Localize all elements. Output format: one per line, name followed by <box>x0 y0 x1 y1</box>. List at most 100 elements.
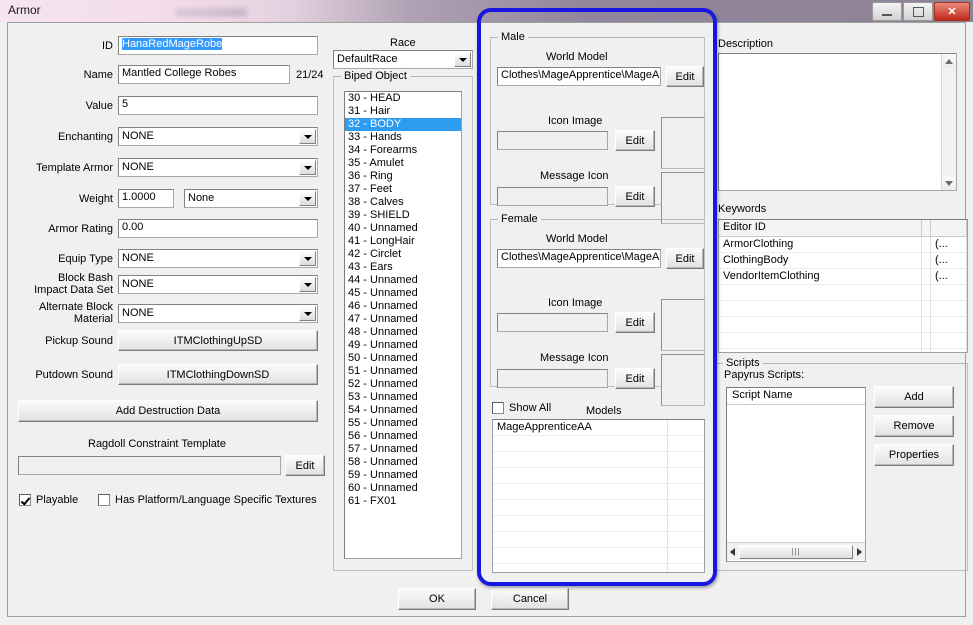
biped-list-item[interactable]: 40 - Unnamed <box>345 222 461 235</box>
show-all-checkbox[interactable]: Show All <box>492 402 551 414</box>
keywords-row[interactable] <box>719 301 967 317</box>
biped-list-item[interactable]: 30 - HEAD <box>345 92 461 105</box>
biped-list-item[interactable]: 54 - Unnamed <box>345 404 461 417</box>
maximize-button[interactable] <box>903 2 933 21</box>
scroll-down-icon[interactable] <box>942 176 956 190</box>
biped-list-item[interactable]: 32 - BODY <box>345 118 461 131</box>
female-world-model-edit-button[interactable]: Edit <box>666 248 704 269</box>
male-icon-image-input[interactable] <box>497 131 608 150</box>
armor-rating-input[interactable]: 0.00 <box>118 219 318 238</box>
scroll-up-icon[interactable] <box>942 54 956 68</box>
chevron-down-icon[interactable] <box>299 191 316 206</box>
equip-type-combo[interactable]: NONE <box>118 249 318 268</box>
keywords-grid[interactable]: Editor ID ArmorClothing (... ClothingBody (.… <box>718 219 968 353</box>
minimize-button[interactable] <box>872 2 902 21</box>
keywords-row[interactable]: ArmorClothing (... <box>719 237 967 253</box>
biped-list-item[interactable]: 57 - Unnamed <box>345 443 461 456</box>
pickup-sound-button[interactable]: ITMClothingUpSD <box>118 330 318 351</box>
scripts-list[interactable]: Script Name <box>726 387 866 562</box>
biped-list-item[interactable]: 45 - Unnamed <box>345 287 461 300</box>
chevron-down-icon[interactable] <box>299 129 316 144</box>
biped-list-item[interactable]: 46 - Unnamed <box>345 300 461 313</box>
models-row[interactable] <box>493 548 704 564</box>
block-bash-impact-data-set-combo[interactable]: NONE <box>118 275 318 294</box>
biped-list-item[interactable]: 36 - Ring <box>345 170 461 183</box>
description-textarea[interactable] <box>718 53 957 191</box>
weight-input[interactable]: 1.0000 <box>118 189 174 208</box>
weight-class-combo[interactable]: None <box>184 189 318 208</box>
biped-list-item[interactable]: 39 - SHIELD <box>345 209 461 222</box>
female-icon-image-edit-button[interactable]: Edit <box>615 312 655 333</box>
biped-list-item[interactable]: 42 - Circlet <box>345 248 461 261</box>
biped-list-item[interactable]: 56 - Unnamed <box>345 430 461 443</box>
male-message-icon-edit-button[interactable]: Edit <box>615 186 655 207</box>
models-row[interactable] <box>493 452 704 468</box>
female-message-icon-input[interactable] <box>497 369 608 388</box>
biped-list-item[interactable]: 61 - FX01 <box>345 495 461 508</box>
male-message-icon-input[interactable] <box>497 187 608 206</box>
biped-list-item[interactable]: 52 - Unnamed <box>345 378 461 391</box>
biped-object-list[interactable]: 30 - HEAD 31 - Hair 32 - BODY 33 - Hands 34 … <box>344 91 462 559</box>
models-row[interactable] <box>493 468 704 484</box>
keywords-row[interactable]: VendorItemClothing (... <box>719 269 967 285</box>
chevron-down-icon[interactable] <box>299 251 316 266</box>
description-scrollbar[interactable] <box>941 54 956 190</box>
male-icon-image-edit-button[interactable]: Edit <box>615 130 655 151</box>
biped-list-item[interactable]: 50 - Unnamed <box>345 352 461 365</box>
keywords-row[interactable] <box>719 349 967 352</box>
checkbox-icon-unchecked[interactable] <box>492 402 504 414</box>
keywords-column-extra[interactable] <box>931 220 967 236</box>
models-list[interactable]: MageApprenticeAA <box>492 419 705 573</box>
remove-script-button[interactable]: Remove <box>874 415 954 437</box>
biped-list-item[interactable]: 59 - Unnamed <box>345 469 461 482</box>
keywords-row[interactable] <box>719 317 967 333</box>
male-world-model-edit-button[interactable]: Edit <box>666 66 704 87</box>
biped-list-item[interactable]: 47 - Unnamed <box>345 313 461 326</box>
keywords-column-divider[interactable] <box>922 220 931 236</box>
models-row[interactable] <box>493 532 704 548</box>
models-row[interactable] <box>493 500 704 516</box>
race-combo[interactable]: DefaultRace <box>333 50 473 69</box>
enchanting-combo[interactable]: NONE <box>118 127 318 146</box>
biped-list-item[interactable]: 35 - Amulet <box>345 157 461 170</box>
chevron-down-icon[interactable] <box>299 306 316 321</box>
biped-list-item[interactable]: 43 - Ears <box>345 261 461 274</box>
add-script-button[interactable]: Add <box>874 386 954 408</box>
biped-list-item[interactable]: 51 - Unnamed <box>345 365 461 378</box>
scroll-right-icon[interactable] <box>857 547 862 556</box>
scripts-horizontal-scrollbar[interactable]: ||| <box>727 542 865 560</box>
template-armor-combo[interactable]: NONE <box>118 158 318 177</box>
female-message-icon-edit-button[interactable]: Edit <box>615 368 655 389</box>
ok-button[interactable]: OK <box>398 588 476 610</box>
ragdoll-edit-button[interactable]: Edit <box>285 455 325 476</box>
biped-list-item[interactable]: 34 - Forearms <box>345 144 461 157</box>
biped-list-item[interactable]: 31 - Hair <box>345 105 461 118</box>
biped-list-item[interactable]: 53 - Unnamed <box>345 391 461 404</box>
checkbox-icon-checked[interactable] <box>19 494 31 506</box>
properties-script-button[interactable]: Properties <box>874 444 954 466</box>
biped-list-item[interactable]: 49 - Unnamed <box>345 339 461 352</box>
scroll-thumb[interactable]: ||| <box>739 544 853 559</box>
alternate-block-material-combo[interactable]: NONE <box>118 304 318 323</box>
scroll-left-icon[interactable] <box>730 547 735 556</box>
male-world-model-input[interactable]: Clothes\MageApprentice\MageA <box>497 67 661 86</box>
keywords-column-editor-id[interactable]: Editor ID <box>719 220 922 236</box>
models-row[interactable] <box>493 564 704 572</box>
biped-list-item[interactable]: 38 - Calves <box>345 196 461 209</box>
keywords-row[interactable]: ClothingBody (... <box>719 253 967 269</box>
biped-list-item[interactable]: 44 - Unnamed <box>345 274 461 287</box>
biped-list-item[interactable]: 55 - Unnamed <box>345 417 461 430</box>
chevron-down-icon[interactable] <box>454 52 471 67</box>
biped-list-item[interactable]: 60 - Unnamed <box>345 482 461 495</box>
chevron-down-icon[interactable] <box>299 160 316 175</box>
chevron-down-icon[interactable] <box>299 277 316 292</box>
checkbox-icon-unchecked[interactable] <box>98 494 110 506</box>
platform-textures-checkbox[interactable]: Has Platform/Language Specific Textures <box>98 494 317 506</box>
playable-checkbox[interactable]: Playable <box>19 494 78 506</box>
ragdoll-constraint-input[interactable] <box>18 456 281 475</box>
value-input[interactable]: 5 <box>118 96 318 115</box>
keywords-row[interactable] <box>719 333 967 349</box>
window-title-bar[interactable]: Armor ✕ <box>0 0 973 22</box>
name-input[interactable]: Mantled College Robes <box>118 65 290 84</box>
models-row[interactable] <box>493 484 704 500</box>
